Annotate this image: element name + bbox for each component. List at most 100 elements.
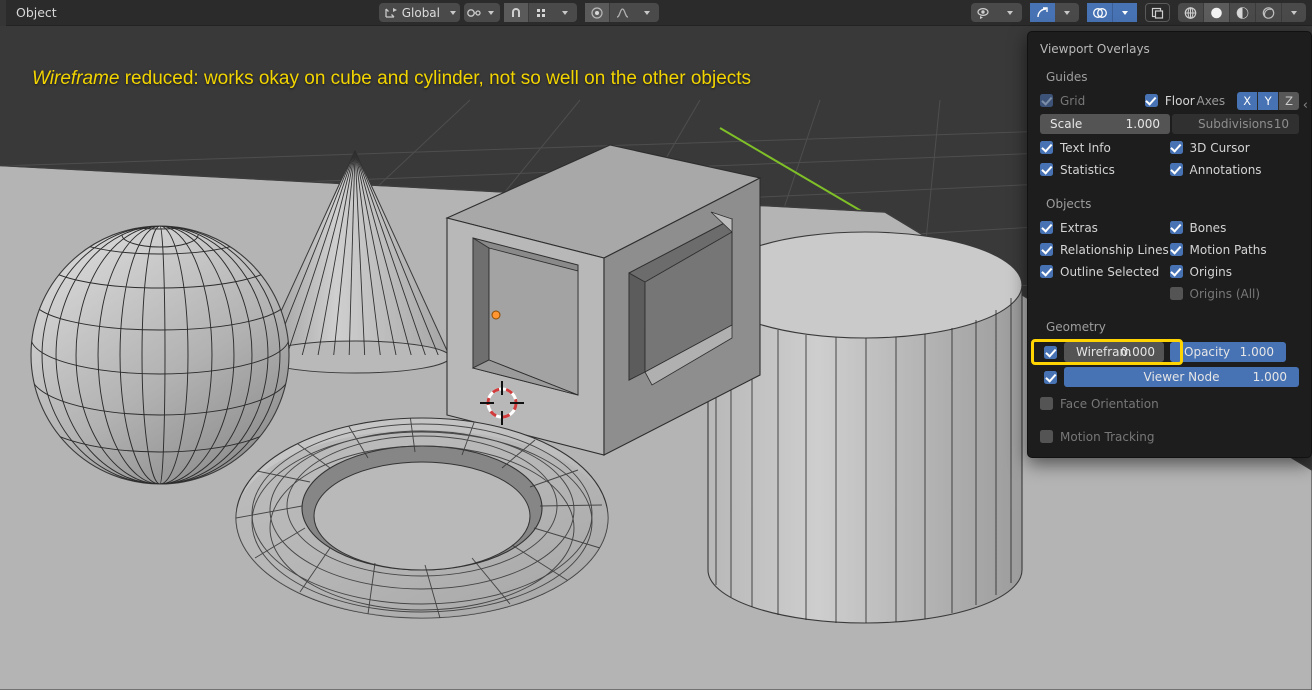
opacity-field[interactable]: Opacity 1.000 <box>1170 342 1286 362</box>
cursor-3d-checkbox[interactable] <box>1169 141 1183 154</box>
bones-label: Bones <box>1189 220 1227 235</box>
shading-wireframe-button[interactable] <box>1178 3 1203 22</box>
viewer-node-value: 1.000 <box>1252 370 1287 384</box>
chevron-down-icon <box>562 10 568 15</box>
snap-mode-button[interactable] <box>528 3 553 22</box>
section-title-guides: Guides <box>1046 70 1088 84</box>
annotations-row[interactable]: Annotations <box>1169 162 1300 177</box>
origins-row[interactable]: Origins <box>1169 264 1300 279</box>
origins-label: Origins <box>1189 264 1233 279</box>
xray-toggle-icon <box>1151 7 1164 19</box>
opacity-value: 1.000 <box>1239 345 1274 359</box>
motion-paths-row[interactable]: Motion Paths <box>1169 242 1300 257</box>
statistics-row[interactable]: Statistics <box>1040 163 1170 177</box>
shading-mode-group[interactable] <box>1178 3 1306 22</box>
annotations-label: Annotations <box>1189 162 1262 177</box>
shading-dropdown[interactable] <box>1281 3 1306 22</box>
panel-collapse-chevron-icon[interactable]: ‹ <box>1303 98 1308 113</box>
overlays-toggle[interactable] <box>1087 3 1112 22</box>
motion-paths-checkbox[interactable] <box>1169 243 1183 256</box>
motion-tracking-row[interactable]: Motion Tracking <box>1040 427 1299 446</box>
scale-field[interactable]: Scale 1.000 <box>1040 114 1170 134</box>
text-info-label: Text Info <box>1060 140 1111 155</box>
axis-x-toggle[interactable]: X <box>1237 91 1259 110</box>
gizmo-group[interactable] <box>1030 3 1079 22</box>
shading-solid-icon <box>1211 7 1222 18</box>
viewport-overlays-popover[interactable]: Viewport Overlays Guides Grid Floor Axes… <box>1027 31 1312 458</box>
visibility-dropdown[interactable] <box>998 3 1022 22</box>
viewport-header: Object Global <box>0 0 1312 26</box>
snap-magnet-icon <box>512 7 520 17</box>
wireframe-checkbox[interactable] <box>1044 345 1057 359</box>
motion-paths-label: Motion Paths <box>1189 242 1267 257</box>
proportional-editing-group[interactable] <box>585 3 659 22</box>
wireframe-field[interactable]: Wirefram 0.000 <box>1064 342 1164 362</box>
objects-row-1: Extras Bones <box>1040 218 1299 237</box>
relationship-lines-row[interactable]: Relationship Lines <box>1040 243 1170 257</box>
chevron-down-icon <box>1291 10 1297 15</box>
shading-rendered-button[interactable] <box>1255 3 1281 22</box>
bones-checkbox[interactable] <box>1169 221 1183 234</box>
statistics-label: Statistics <box>1060 162 1115 177</box>
object-visibility-group[interactable] <box>971 3 1022 22</box>
origins-all-checkbox[interactable] <box>1169 287 1183 300</box>
grid-checkbox-row[interactable]: Grid <box>1040 94 1145 108</box>
opacity-label: Opacity <box>1184 345 1231 359</box>
outline-selected-row[interactable]: Outline Selected <box>1040 265 1170 279</box>
snap-dropdown[interactable] <box>553 3 577 22</box>
cursor-3d-label: 3D Cursor <box>1189 140 1250 155</box>
motion-tracking-checkbox[interactable] <box>1040 430 1053 443</box>
proportional-editing-toggle[interactable] <box>585 3 609 22</box>
face-orientation-row[interactable]: Face Orientation <box>1040 394 1299 413</box>
annotations-checkbox[interactable] <box>1169 163 1183 176</box>
relationship-lines-label: Relationship Lines <box>1060 242 1169 257</box>
menu-object[interactable]: Object <box>6 0 67 26</box>
extras-checkbox[interactable] <box>1040 221 1053 234</box>
axis-z-toggle[interactable]: Z <box>1279 91 1299 110</box>
transform-orientation-dropdown[interactable]: Global <box>378 3 460 22</box>
transform-orientation-value: Global <box>401 5 440 20</box>
origins-all-row[interactable]: Origins (All) <box>1169 286 1300 301</box>
guides-row-1: Grid Floor Axes X Y Z <box>1040 91 1299 110</box>
grid-numeric-row: Scale 1.000 Subdivisions 10 <box>1040 114 1299 134</box>
extras-row[interactable]: Extras <box>1040 221 1170 235</box>
origins-all-label: Origins (All) <box>1189 286 1261 301</box>
subdivisions-field[interactable]: Subdivisions 10 <box>1171 114 1299 134</box>
floor-checkbox[interactable] <box>1144 94 1158 107</box>
overlays-dropdown[interactable] <box>1112 3 1137 22</box>
face-orientation-label: Face Orientation <box>1060 396 1159 411</box>
snap-magnet-group[interactable] <box>504 3 577 22</box>
grid-checkbox[interactable] <box>1040 94 1053 107</box>
statistics-checkbox[interactable] <box>1040 163 1053 176</box>
snap-controls[interactable] <box>464 3 500 22</box>
gizmo-toggle[interactable] <box>1030 3 1055 22</box>
shading-solid-button[interactable] <box>1203 3 1229 22</box>
cursor-3d-row[interactable]: 3D Cursor <box>1169 140 1300 155</box>
viewer-node-field[interactable]: Viewer Node 1.000 <box>1064 367 1299 387</box>
transform-orientation-icon <box>385 7 397 18</box>
falloff-dropdown[interactable] <box>635 3 659 22</box>
proportional-falloff-button[interactable] <box>609 3 635 22</box>
shading-rendered-icon <box>1262 6 1275 19</box>
axes-toggle-group[interactable]: X Y Z <box>1237 91 1299 110</box>
face-orientation-checkbox[interactable] <box>1040 397 1053 410</box>
object-visibility-button[interactable] <box>971 3 998 22</box>
object-visibility-icon <box>977 7 989 19</box>
snap-grid-icon <box>537 8 545 17</box>
bones-row[interactable]: Bones <box>1169 220 1300 235</box>
outline-selected-checkbox[interactable] <box>1040 265 1053 278</box>
floor-checkbox-row[interactable]: Floor <box>1144 94 1197 108</box>
relationship-lines-checkbox[interactable] <box>1040 243 1053 256</box>
text-info-checkbox[interactable] <box>1040 141 1053 154</box>
xray-toggle[interactable] <box>1145 3 1170 22</box>
origins-checkbox[interactable] <box>1169 265 1183 278</box>
gizmo-dropdown[interactable] <box>1055 3 1079 22</box>
overlays-group[interactable] <box>1087 3 1137 22</box>
snap-magnet-toggle[interactable] <box>504 3 528 22</box>
chevron-down-icon <box>1064 10 1070 15</box>
shading-material-button[interactable] <box>1229 3 1255 22</box>
axis-y-toggle[interactable]: Y <box>1258 91 1280 110</box>
viewer-node-checkbox[interactable] <box>1044 370 1057 384</box>
text-info-row[interactable]: Text Info <box>1040 141 1170 155</box>
chevron-down-icon <box>488 10 494 15</box>
